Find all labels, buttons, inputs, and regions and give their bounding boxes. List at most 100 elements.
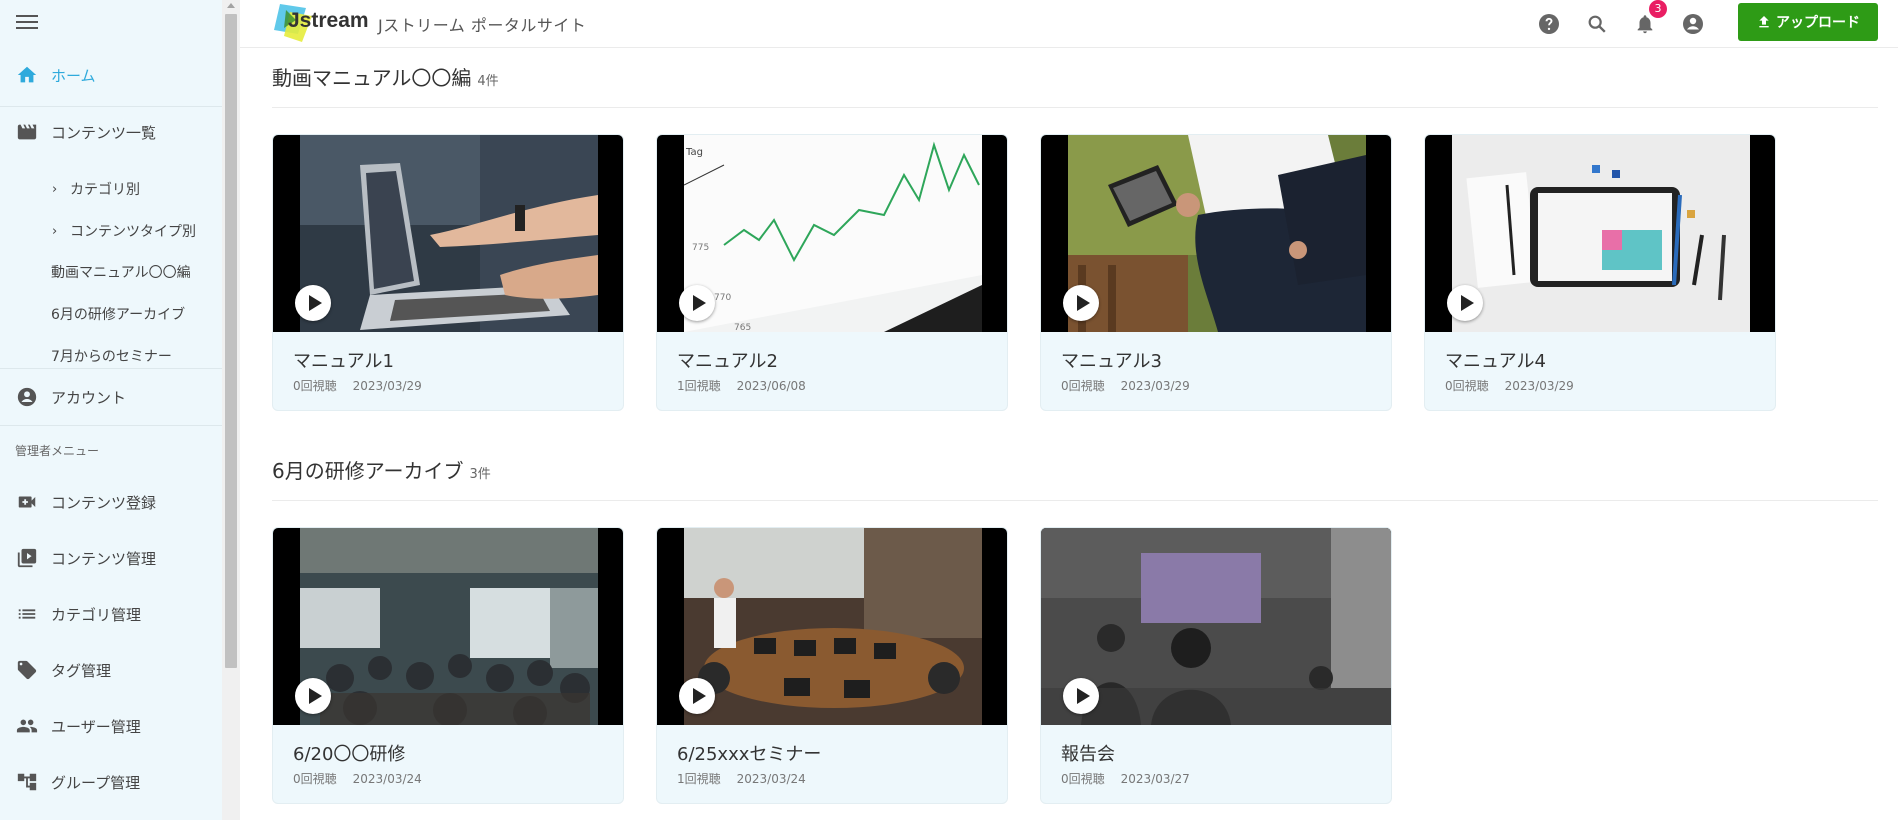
video-thumbnail[interactable] — [1041, 135, 1391, 332]
video-plus-icon — [15, 490, 39, 514]
sidebar-item-by-category[interactable]: › カテゴリ別 — [0, 169, 222, 209]
card-title: マニュアル1 — [293, 351, 394, 372]
play-icon[interactable] — [1063, 678, 1099, 714]
video-thumbnail[interactable] — [657, 528, 1007, 725]
sidebar-scrollbar[interactable] — [222, 0, 240, 820]
sidebar-item-user-manage[interactable]: ユーザー管理 — [0, 713, 222, 739]
card-title: 6/25xxxセミナー — [677, 744, 822, 765]
video-card[interactable]: マニュアル3 0回視聴 2023/03/29 — [1040, 134, 1392, 411]
view-count: 0回視聴 — [1061, 772, 1105, 786]
video-thumbnail[interactable] — [1041, 528, 1391, 725]
sidebar-item-label: カテゴリ管理 — [51, 605, 142, 624]
video-thumbnail[interactable]: Tag 775 770 765 — [657, 135, 1007, 332]
card-meta: 1回視聴 2023/03/24 — [677, 770, 806, 787]
video-card[interactable]: 6/25xxxセミナー 1回視聴 2023/03/24 — [656, 527, 1008, 804]
sidebar-item-label: ホーム — [51, 66, 96, 85]
section-title-text: 6月の研修アーカイブ — [272, 459, 464, 483]
sidebar-item-label: 6月の研修アーカイブ — [51, 307, 186, 323]
card-title: マニュアル3 — [1061, 351, 1162, 372]
card-date: 2023/03/27 — [1120, 772, 1190, 786]
view-count: 1回視聴 — [677, 379, 721, 393]
view-count: 0回視聴 — [1061, 379, 1105, 393]
sidebar-item-group-manage[interactable]: グループ管理 — [0, 769, 222, 795]
search-icon[interactable] — [1584, 11, 1610, 37]
sidebar-item-label: コンテンツ一覧 — [51, 123, 157, 142]
card-date: 2023/03/29 — [1504, 379, 1574, 393]
sidebar-item-label: コンテンツ管理 — [51, 549, 157, 568]
jstream-logo[interactable]: Jstream — [272, 2, 372, 42]
sidebar-item-category-manage[interactable]: カテゴリ管理 — [0, 601, 222, 627]
sidebar-item-video-manual[interactable]: 動画マニュアル〇〇編 — [0, 252, 222, 292]
movie-icon — [15, 120, 39, 144]
video-card[interactable]: マニュアル1 0回視聴 2023/03/29 — [272, 134, 624, 411]
play-icon[interactable] — [1447, 285, 1483, 321]
notification-badge: 3 — [1649, 0, 1667, 18]
video-card[interactable]: 報告会 0回視聴 2023/03/27 — [1040, 527, 1392, 804]
sidebar-item-content-register[interactable]: コンテンツ登録 — [0, 489, 222, 515]
account-circle-icon[interactable] — [1680, 11, 1706, 37]
sidebar-item-label: コンテンツタイプ別 — [70, 224, 196, 240]
video-card[interactable]: Tag 775 770 765 マニュアル2 1回視聴 2023/06/08 — [656, 134, 1008, 411]
sidebar-item-label: アカウント — [51, 388, 127, 407]
card-meta: 0回視聴 2023/03/29 — [1061, 377, 1190, 394]
card-meta: 0回視聴 2023/03/24 — [293, 770, 422, 787]
businessman-tablet-photo — [1068, 135, 1366, 332]
video-thumbnail[interactable] — [273, 528, 623, 725]
sidebar-item-label: タグ管理 — [51, 661, 112, 680]
card-date: 2023/03/24 — [352, 772, 422, 786]
admin-menu-label: 管理者メニュー — [15, 444, 100, 458]
scroll-up-arrow-icon[interactable] — [227, 3, 235, 8]
account-circle-icon — [15, 385, 39, 409]
sidebar-item-account[interactable]: アカウント — [0, 384, 222, 410]
play-icon[interactable] — [679, 285, 715, 321]
sidebar-item-label: ユーザー管理 — [51, 717, 141, 736]
sidebar-item-label: グループ管理 — [51, 773, 141, 792]
people-icon — [15, 714, 39, 738]
sidebar-item-contents[interactable]: コンテンツ一覧 — [0, 119, 222, 145]
sidebar-item-july-seminar[interactable]: 7月からのセミナー — [0, 336, 222, 376]
card-date: 2023/06/08 — [736, 379, 806, 393]
video-card[interactable]: マニュアル4 0回視聴 2023/03/29 — [1424, 134, 1776, 411]
svg-text:Tag: Tag — [685, 147, 703, 158]
card-title: 報告会 — [1061, 744, 1115, 765]
svg-text:775: 775 — [692, 243, 709, 253]
card-meta: 0回視聴 2023/03/29 — [293, 377, 422, 394]
card-date: 2023/03/29 — [352, 379, 422, 393]
video-thumbnail[interactable] — [1425, 135, 1775, 332]
view-count: 1回視聴 — [677, 772, 721, 786]
section-count: 4件 — [477, 74, 499, 89]
sidebar-item-home[interactable]: ホーム — [0, 62, 222, 88]
view-count: 0回視聴 — [1445, 379, 1489, 393]
home-icon — [15, 63, 39, 87]
stock-chart-photo: Tag 775 770 765 — [684, 135, 982, 332]
svg-text:770: 770 — [714, 293, 731, 303]
chevron-right-icon: › — [52, 182, 58, 197]
hamburger-icon[interactable] — [16, 12, 38, 32]
upload-label: アップロード — [1776, 15, 1860, 31]
card-meta: 1回視聴 2023/06/08 — [677, 377, 806, 394]
sidebar-item-label: 7月からのセミナー — [51, 349, 172, 365]
upload-button[interactable]: アップロード — [1738, 3, 1878, 41]
help-circle-icon[interactable] — [1536, 11, 1562, 37]
laptop-photo — [300, 135, 598, 332]
card-title: 6/20〇〇研修 — [293, 744, 406, 765]
sidebar-item-by-content-type[interactable]: › コンテンツタイプ別 — [0, 211, 222, 251]
play-icon[interactable] — [295, 285, 331, 321]
play-icon[interactable] — [1063, 285, 1099, 321]
sidebar-item-content-manage[interactable]: コンテンツ管理 — [0, 545, 222, 571]
scrollbar-thumb[interactable] — [225, 14, 237, 668]
video-thumbnail[interactable] — [273, 135, 623, 332]
play-icon[interactable] — [295, 678, 331, 714]
sidebar-item-june-archive[interactable]: 6月の研修アーカイブ — [0, 294, 222, 334]
sidebar-item-tag-manage[interactable]: タグ管理 — [0, 657, 222, 683]
card-title: マニュアル4 — [1445, 351, 1546, 372]
sidebar-item-label: コンテンツ登録 — [51, 493, 157, 512]
hierarchy-icon — [15, 770, 39, 794]
card-date: 2023/03/24 — [736, 772, 806, 786]
sidebar: ホーム コンテンツ一覧 › カテゴリ別 › コンテンツタイプ別 動画マニュアル〇… — [0, 0, 222, 820]
section-count: 3件 — [469, 467, 491, 482]
play-icon[interactable] — [679, 678, 715, 714]
view-count: 0回視聴 — [293, 379, 337, 393]
sidebar-item-label: カテゴリ別 — [70, 182, 140, 198]
video-card[interactable]: 6/20〇〇研修 0回視聴 2023/03/24 — [272, 527, 624, 804]
